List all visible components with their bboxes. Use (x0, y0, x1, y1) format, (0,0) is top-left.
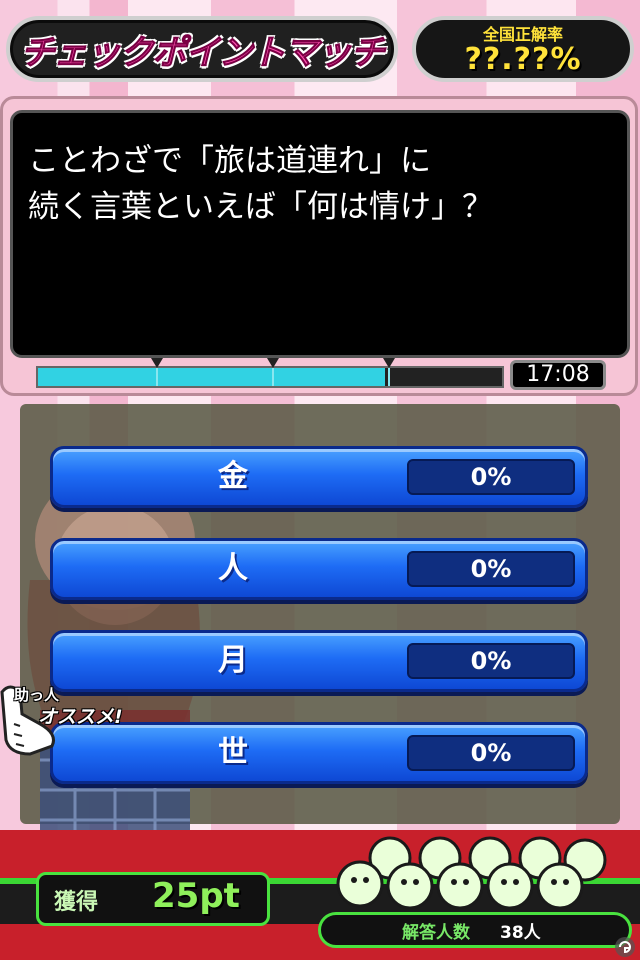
checkpoint-marker-icon (267, 358, 279, 368)
rate-value: ??.??% (464, 42, 582, 77)
timer-divider (272, 368, 274, 386)
answer-label: 人 (218, 551, 248, 586)
timer-progress-fill (38, 368, 385, 386)
checkpoint-marker-icon (151, 358, 163, 368)
answer-label: 金 (218, 459, 248, 494)
points-earned-label: 獲得 (54, 890, 99, 915)
answer-percentage: 0% (407, 551, 575, 587)
title-banner: チェックポイントマッチ (6, 16, 398, 82)
question-text: ことわざで「旅は道連れ」に 続く言葉といえば「何は情け」？ (28, 138, 608, 230)
respondent-count-value: 38人 (500, 923, 541, 943)
checkpoint-marker-icon (383, 358, 395, 368)
answer-button-2[interactable]: 人 0% (50, 538, 588, 600)
question-line-1: ことわざで「旅は道連れ」に (28, 143, 431, 179)
national-correct-rate-panel: 全国正解率 ??.??% (412, 16, 634, 82)
answer-percentage: 0% (407, 459, 575, 495)
timer-readout: 17:08 (510, 360, 606, 390)
answer-label: 世 (218, 735, 248, 770)
recommend-badge: オススメ! (38, 706, 123, 728)
answer-label: 月 (218, 643, 248, 678)
answer-button-1[interactable]: 金 0% (50, 446, 588, 508)
answer-button-3[interactable]: 月 0% (50, 630, 588, 692)
respondent-avatars-icon (336, 836, 607, 910)
watermark-logo-icon (615, 937, 635, 957)
answer-button-4[interactable]: 世 0% (50, 722, 588, 784)
timer-divider (156, 368, 158, 386)
respondent-count-label: 解答人数 (402, 923, 470, 943)
question-line-2: 続く言葉といえば「何は情け」？ (28, 189, 493, 225)
answer-percentage: 0% (407, 735, 575, 771)
timer-divider (388, 368, 390, 386)
answer-percentage: 0% (407, 643, 575, 679)
respondent-count-panel (318, 912, 632, 948)
mode-title: チェックポイントマッチ (20, 32, 385, 73)
points-earned-value: 25pt (152, 876, 240, 916)
